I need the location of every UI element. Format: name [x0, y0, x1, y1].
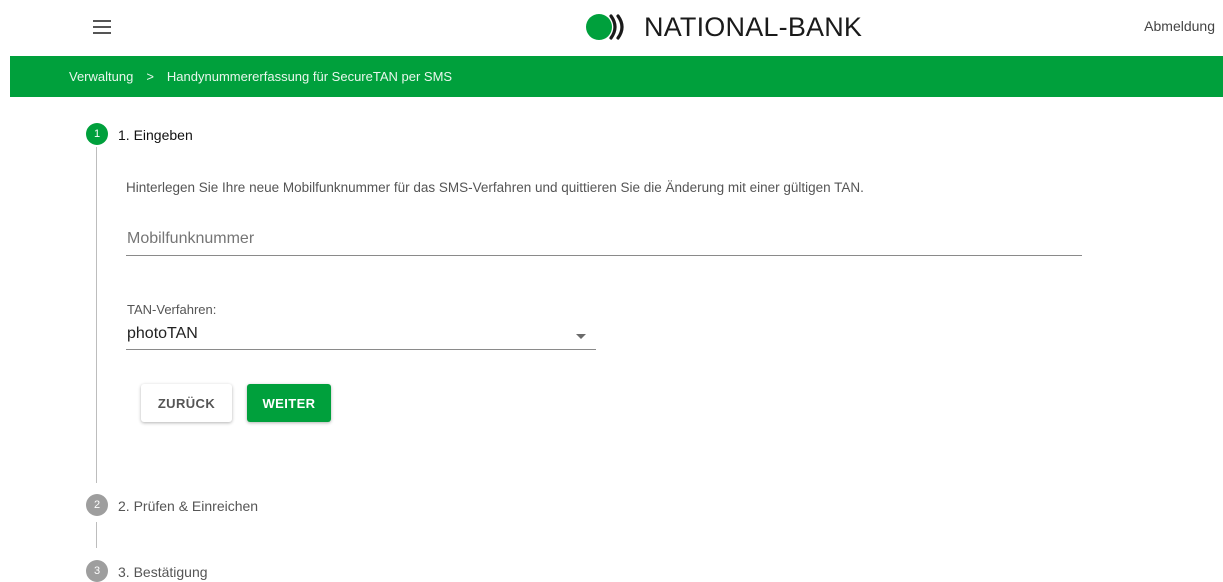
next-button[interactable]: WEITER [247, 384, 331, 422]
stepper-connector-1 [96, 147, 97, 483]
tan-procedure-value: photoTAN [127, 325, 198, 342]
form-description: Hinterlegen Sie Ihre neue Mobilfunknumme… [126, 180, 864, 195]
app-header: NATIONAL-BANK Abmeldung [0, 0, 1223, 56]
step-1-title: 1. Eingeben [118, 127, 193, 143]
brand-name: NATIONAL-BANK [644, 11, 863, 42]
logout-link[interactable]: Abmeldung [1144, 18, 1215, 34]
dropdown-caret-icon [576, 334, 586, 339]
stepper-connector-2 [96, 522, 97, 548]
tan-procedure-label: TAN-Verfahren: [127, 302, 217, 317]
breadcrumb: Verwaltung > Handynummererfassung für Se… [10, 56, 1223, 97]
national-bank-logo-icon [586, 14, 624, 40]
national-bank-logo[interactable]: NATIONAL-BANK [584, 10, 862, 44]
step-2-badge: 2 [86, 494, 108, 516]
breadcrumb-separator: > [146, 69, 154, 84]
breadcrumb-item-current: Handynummererfassung für SecureTAN per S… [166, 69, 453, 84]
mobile-number-input[interactable] [126, 226, 1082, 256]
breadcrumb-item-verwaltung[interactable]: Verwaltung [69, 69, 133, 84]
step-1-badge: 1 [86, 123, 108, 145]
step-3-badge: 3 [86, 560, 108, 582]
step-2-title: 2. Prüfen & Einreichen [118, 498, 259, 514]
back-button[interactable]: ZURÜCK [141, 384, 232, 422]
hamburger-menu-icon[interactable] [93, 20, 111, 36]
tan-procedure-select[interactable]: photoTAN [126, 322, 596, 350]
